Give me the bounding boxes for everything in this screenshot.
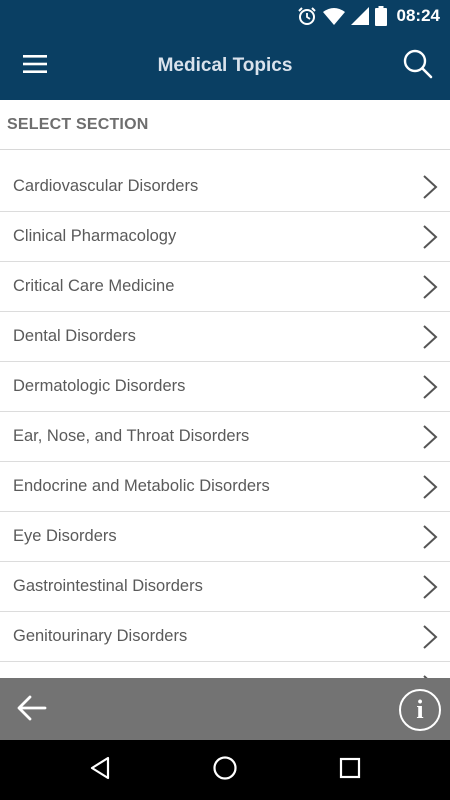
chevron-right-icon [423, 275, 438, 299]
list-item-label: Clinical Pharmacology [13, 227, 177, 245]
list-item[interactable]: Cardiovascular Disorders [0, 150, 450, 212]
section-header-label: SELECT SECTION [7, 116, 149, 133]
page-title: Medical Topics [157, 55, 293, 76]
list-item-label: Dental Disorders [13, 327, 136, 345]
section-header: SELECT SECTION [0, 100, 450, 150]
chevron-right-icon [423, 225, 438, 249]
search-icon [403, 49, 433, 84]
chevron-right-icon [423, 175, 438, 199]
list-item[interactable]: Critical Care Medicine [0, 262, 450, 312]
chevron-right-icon [423, 425, 438, 449]
wifi-icon [322, 7, 345, 25]
nav-home-button[interactable] [205, 752, 245, 788]
chevron-right-icon [423, 375, 438, 399]
list-item-partial[interactable] [0, 662, 450, 678]
alarm-icon [297, 6, 317, 26]
list-item[interactable]: Eye Disorders [0, 512, 450, 562]
chevron-right-icon [423, 575, 438, 599]
nav-recents-button[interactable] [330, 752, 370, 788]
list-item[interactable]: Ear, Nose, and Throat Disorders [0, 412, 450, 462]
list-item-label: Cardiovascular Disorders [13, 177, 199, 195]
list-item[interactable]: Gastrointestinal Disorders [0, 562, 450, 612]
list-item-label: Ear, Nose, and Throat Disorders [13, 427, 250, 445]
list-item-label: Endocrine and Metabolic Disorders [13, 477, 270, 495]
chevron-right-icon [423, 525, 438, 549]
list-item[interactable]: Dermatologic Disorders [0, 362, 450, 412]
back-arrow-icon [17, 695, 47, 726]
status-icons: 08:24 [297, 0, 440, 32]
list-item-label: Eye Disorders [13, 527, 117, 545]
hamburger-menu-icon [23, 54, 47, 78]
list-item[interactable]: Genitourinary Disorders [0, 612, 450, 662]
battery-icon [374, 6, 387, 26]
nav-home-icon [212, 755, 238, 786]
info-icon: i [416, 695, 424, 724]
list-item[interactable]: Endocrine and Metabolic Disorders [0, 462, 450, 512]
list-item-label: Gastrointestinal Disorders [13, 577, 203, 595]
nav-back-icon [89, 756, 111, 785]
nav-back-button[interactable] [80, 752, 120, 788]
list-item-label: Genitourinary Disorders [13, 627, 188, 645]
list-item[interactable]: Clinical Pharmacology [0, 212, 450, 262]
app-bar: Medical Topics [0, 32, 450, 100]
chevron-right-icon [423, 325, 438, 349]
search-button[interactable] [396, 44, 440, 88]
system-nav-bar [0, 740, 450, 800]
menu-button[interactable] [14, 46, 56, 86]
cellular-signal-icon [350, 7, 369, 25]
status-time: 08:24 [396, 6, 440, 25]
chevron-right-icon [423, 475, 438, 499]
nav-recents-icon [339, 757, 361, 784]
back-button[interactable] [12, 690, 52, 730]
list-item[interactable]: Dental Disorders [0, 312, 450, 362]
list-item-label: Critical Care Medicine [13, 277, 175, 295]
info-button[interactable]: i [399, 689, 441, 731]
chevron-right-icon [423, 625, 438, 649]
bottom-toolbar: i [0, 678, 450, 740]
topic-list: Cardiovascular Disorders Clinical Pharma… [0, 150, 450, 678]
status-bar: 08:24 [0, 0, 450, 32]
list-item-label: Dermatologic Disorders [13, 377, 186, 395]
